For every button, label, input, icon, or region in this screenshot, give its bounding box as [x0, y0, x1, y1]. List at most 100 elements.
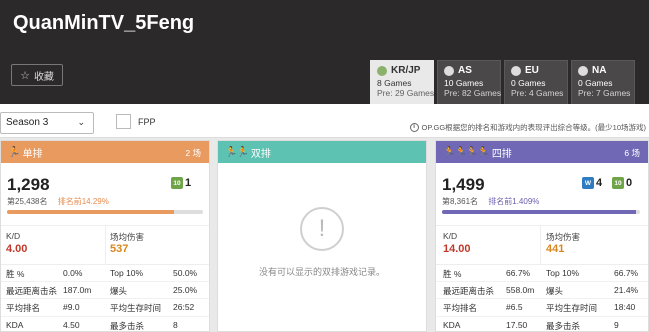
stat-value: #9.0	[63, 302, 80, 313]
region-games: 8 Games	[377, 78, 412, 88]
stat-value: 21.4%	[614, 285, 639, 296]
squad-kd-value: 14.00	[443, 243, 471, 255]
squad-rank: 第8,361名	[442, 197, 479, 206]
exclamation-icon: !	[300, 207, 344, 251]
stat-label: 胜 %	[6, 269, 25, 279]
table-row: 最远距离击杀 187.0m 爆头 25.0%	[1, 282, 209, 300]
favorite-label: 收藏	[33, 71, 54, 83]
stat-label: Top 10%	[110, 268, 144, 278]
stat-label: 最远距离击杀	[6, 286, 58, 297]
stat-label: 最远距离击杀	[443, 286, 495, 297]
squad-stat-rows: 胜 % 66.7% Top 10% 66.7% 最远距离击杀 558.0m 爆头…	[436, 265, 648, 332]
squad-rating: 1,499	[442, 175, 485, 194]
region-pre-games: Pre: 29 Games	[377, 88, 435, 98]
chevron-down-icon: ⌄	[77, 117, 85, 127]
squad-kd-label: K/D	[443, 231, 458, 241]
region-games: 10 Games	[444, 78, 484, 88]
solo-key-stats: K/D 4.00 场均伤害 537	[1, 225, 209, 265]
solo-runner-icon: 🏃	[8, 146, 20, 158]
stat-value: 0.0%	[63, 268, 83, 278]
region-code: NA	[592, 65, 607, 76]
region-tab-as[interactable]: AS 10 Games Pre: 82 Games	[437, 60, 501, 104]
table-row: KDA 4.50 最多击杀 8	[1, 317, 209, 332]
region-eu-icon	[511, 65, 521, 76]
region-kr-jp-icon	[377, 65, 387, 76]
stat-value: 18:40	[614, 302, 636, 313]
stat-value: 17.50	[506, 319, 528, 330]
stat-label: KDA	[443, 319, 461, 330]
stat-label: 平均生存时间	[110, 303, 162, 314]
solo-stat-rows: 胜 % 0.0% Top 10% 50.0% 最远距离击杀 187.0m 爆头 …	[1, 265, 209, 332]
stat-label: 爆头	[546, 286, 564, 297]
solo-percentile: 排名前14.29%	[57, 197, 109, 206]
stat-label: 爆头	[110, 286, 128, 297]
region-as-icon	[444, 65, 454, 76]
squad-win-value: 4	[596, 177, 603, 189]
stat-value: 25.0%	[173, 285, 198, 296]
squad-runner-icon: 🏃🏃🏃🏃	[443, 146, 490, 158]
squad-tier-value: 0	[626, 177, 633, 189]
solo-games-count: 2 场	[185, 148, 201, 158]
top10-badge-icon: 10	[171, 177, 183, 189]
solo-progress-fill	[7, 210, 174, 214]
stat-label: 最多击杀	[546, 320, 581, 331]
region-games: 0 Games	[578, 78, 613, 88]
table-row: KDA 17.50 最多击杀 9	[436, 317, 648, 332]
stat-label: KDA	[6, 319, 24, 330]
squad-win-badge: W 4	[582, 177, 602, 189]
stat-label: 最多击杀	[110, 320, 145, 331]
duo-runner-icon: 🏃🏃	[225, 146, 249, 158]
top10-badge-icon: 10	[612, 177, 624, 189]
solo-kd-label: K/D	[6, 231, 21, 241]
squad-card: 🏃🏃🏃🏃 四排 6 场 1,499 第8,361名 排名前1.409% W 4 …	[435, 140, 649, 332]
fpp-checkbox[interactable]	[116, 114, 131, 129]
table-row: 胜 % 0.0% Top 10% 50.0%	[1, 265, 209, 283]
duo-empty-message: 没有可以显示的双排游戏记录。	[258, 267, 385, 277]
squad-key-stats: K/D 14.00 场均伤害 441	[436, 225, 648, 265]
stat-label: 平均排名	[6, 303, 41, 314]
stat-label: 胜 %	[443, 269, 462, 279]
favorite-button[interactable]: ☆ 收藏	[11, 64, 63, 86]
region-code: AS	[458, 65, 472, 76]
solo-rank-line: 第25,438名 排名前14.29%	[7, 196, 109, 207]
region-games: 0 Games	[511, 78, 546, 88]
table-row: 胜 % 66.7% Top 10% 66.7%	[436, 265, 648, 283]
solo-rank: 第25,438名	[7, 197, 48, 206]
win-badge-icon: W	[582, 177, 594, 189]
region-tab-na[interactable]: NA 0 Games Pre: 7 Games	[571, 60, 635, 104]
stat-value: 8	[173, 319, 178, 330]
region-tab-eu[interactable]: EU 0 Games Pre: 4 Games	[504, 60, 568, 104]
rating-info-note: i OP.GG根据您的排名和游戏内的表现评出综合等级。(最少10场游戏)	[409, 122, 646, 133]
squad-rank-line: 第8,361名 排名前1.409%	[442, 196, 539, 207]
season-value: Season 3	[6, 117, 49, 128]
squad-games-count: 6 场	[624, 148, 640, 158]
star-icon: ☆	[20, 69, 30, 82]
region-pre-games: Pre: 82 Games	[444, 88, 502, 98]
stat-value: #6.5	[506, 302, 523, 313]
solo-dmg-label: 场均伤害	[110, 232, 145, 242]
solo-card: 🏃 单排 2 场 1,298 第25,438名 排名前14.29% 10 1 K…	[0, 140, 210, 332]
solo-title: 单排	[22, 148, 43, 160]
season-select[interactable]: Season 3 ⌄	[0, 112, 94, 134]
solo-progress-bar	[7, 210, 203, 214]
squad-tier: 10 0	[612, 177, 632, 189]
solo-kd-value: 4.00	[6, 243, 28, 255]
region-tab-kr-jp[interactable]: KR/JP 8 Games Pre: 29 Games	[370, 60, 434, 104]
squad-progress-fill	[442, 210, 637, 214]
region-code: KR/JP	[391, 65, 421, 76]
table-row: 最远距离击杀 558.0m 爆头 21.4%	[436, 282, 648, 300]
stat-label: 平均生存时间	[546, 303, 598, 314]
stat-value: 66.7%	[614, 268, 639, 278]
duo-title: 双排	[250, 148, 271, 160]
squad-percentile: 排名前1.409%	[488, 197, 540, 206]
fpp-label: FPP	[138, 117, 156, 127]
table-row: 平均排名 #9.0 平均生存时间 26:52	[1, 299, 209, 317]
filter-bar: Season 3 ⌄ FPP i OP.GG根据您的排名和游戏内的表现评出综合等…	[0, 104, 649, 138]
stat-value: 50.0%	[173, 268, 198, 278]
player-name: QuanMinTV_5Feng	[13, 12, 195, 34]
solo-card-header: 🏃 单排 2 场	[1, 141, 209, 163]
squad-dmg-value: 441	[546, 243, 565, 255]
stat-value: 558.0m	[506, 285, 535, 296]
duo-card: 🏃🏃 双排 ! 没有可以显示的双排游戏记录。	[217, 140, 427, 332]
squad-card-header: 🏃🏃🏃🏃 四排 6 场	[436, 141, 648, 163]
